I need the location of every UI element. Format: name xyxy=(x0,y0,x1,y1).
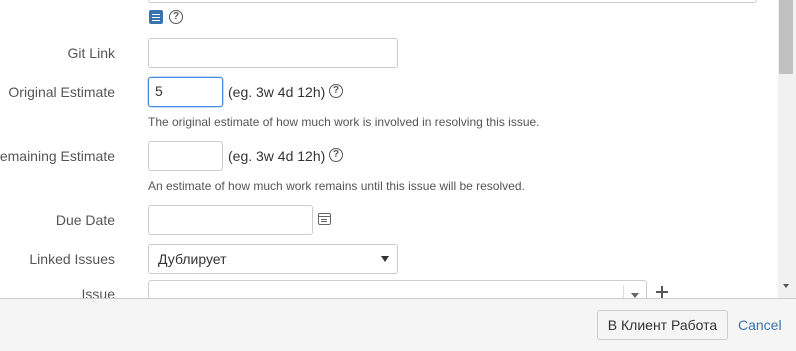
dialog-footer: В Клиент Работа Cancel xyxy=(0,298,796,351)
git-link-input[interactable] xyxy=(148,38,398,68)
chevron-down-icon xyxy=(381,256,389,262)
wiki-markup-icon[interactable] xyxy=(149,10,163,24)
remaining-estimate-help-icon[interactable]: ? xyxy=(329,148,343,162)
git-link-label: Git Link xyxy=(67,45,115,61)
vertical-scrollbar[interactable] xyxy=(778,0,796,298)
original-estimate-label: Original Estimate xyxy=(8,84,115,100)
due-date-input[interactable] xyxy=(148,205,313,235)
help-icon[interactable]: ? xyxy=(169,10,183,24)
due-date-label: Due Date xyxy=(55,212,115,228)
cancel-link[interactable]: Cancel xyxy=(738,317,782,333)
remaining-estimate-format-hint: (eg. 3w 4d 12h) xyxy=(228,148,326,164)
remaining-estimate-label: Remaining Estimate xyxy=(0,148,115,164)
original-estimate-description: The original estimate of how much work i… xyxy=(148,115,540,129)
issue-form: ? Git Link Original Estimate 5 (eg. 3w 4… xyxy=(0,0,778,298)
plus-icon[interactable] xyxy=(656,286,668,298)
issue-picker-input[interactable] xyxy=(148,280,647,298)
scroll-down-arrow-icon[interactable] xyxy=(783,284,789,288)
linked-issues-selected-value: Дублирует xyxy=(158,251,227,267)
description-field[interactable] xyxy=(148,0,757,3)
calendar-icon[interactable] xyxy=(318,213,331,225)
original-estimate-format-hint: (eg. 3w 4d 12h) xyxy=(228,84,326,100)
submit-button[interactable]: В Клиент Работа xyxy=(597,310,728,340)
original-estimate-help-icon[interactable]: ? xyxy=(329,84,343,98)
issue-picker-divider xyxy=(623,285,624,298)
linked-issues-select[interactable]: Дублирует xyxy=(148,244,398,274)
scrollbar-thumb[interactable] xyxy=(779,0,793,74)
linked-issues-label: Linked Issues xyxy=(29,251,115,267)
issue-label: Issue xyxy=(81,286,115,298)
remaining-estimate-input[interactable] xyxy=(148,141,223,171)
original-estimate-input[interactable]: 5 xyxy=(148,77,223,107)
remaining-estimate-description: An estimate of how much work remains unt… xyxy=(148,179,525,193)
